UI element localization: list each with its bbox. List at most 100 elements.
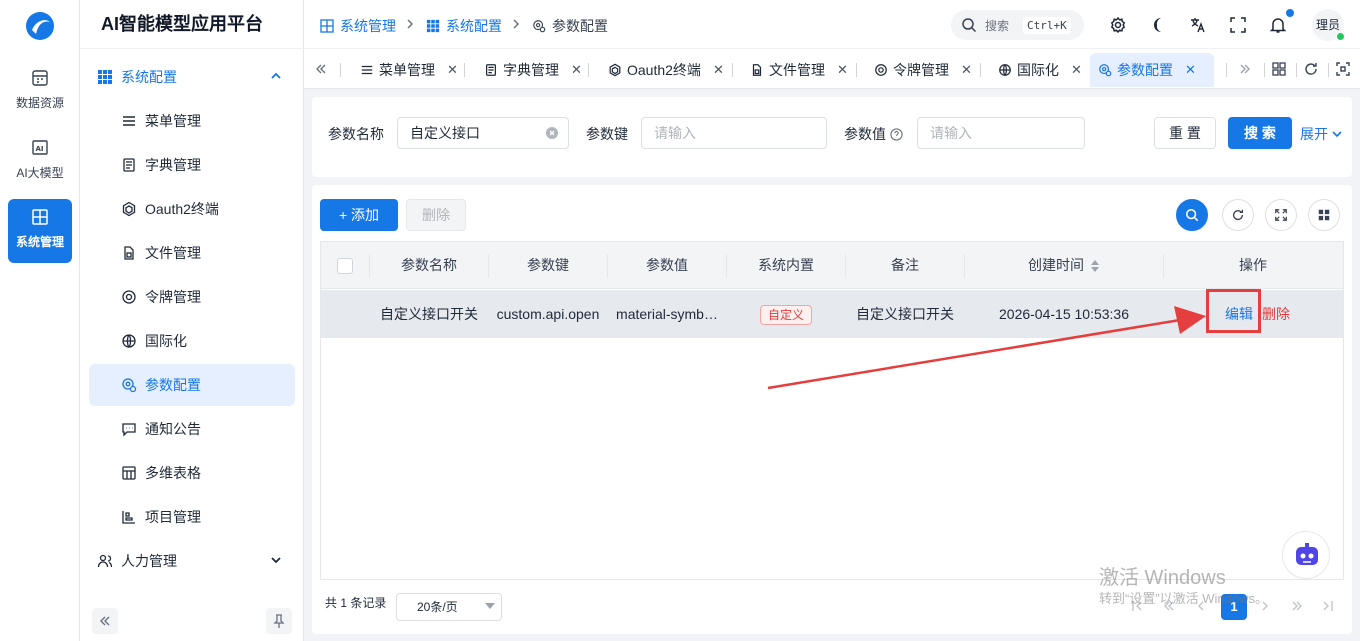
breadcrumb-item-config[interactable]: 系统配置: [426, 16, 502, 36]
system-icon: [30, 207, 50, 227]
token-icon: [874, 63, 888, 77]
chevron-right-icon: [510, 17, 522, 31]
rail-item-system[interactable]: 系统管理: [8, 199, 72, 263]
tab-params[interactable]: 参数配置 ✕: [1090, 53, 1214, 87]
delete-link[interactable]: 删除: [1259, 290, 1293, 338]
help-question-icon[interactable]: [890, 128, 903, 141]
menu-list-icon: [121, 113, 137, 129]
batch-delete-button[interactable]: 删除: [406, 199, 466, 231]
breadcrumb-item-params: 参数配置: [532, 16, 608, 36]
last-page-icon[interactable]: [1321, 599, 1335, 613]
select-all-checkbox[interactable]: [337, 258, 353, 274]
refresh-tab-icon[interactable]: [1303, 61, 1319, 77]
param-key-label: 参数键: [586, 126, 628, 142]
add-button[interactable]: + 添加: [320, 199, 398, 231]
param-name-value: 自定义接口: [410, 125, 480, 141]
sidebar-item-i18n[interactable]: 国际化: [89, 320, 295, 362]
tab-label: Oauth2终端: [627, 62, 701, 78]
close-icon[interactable]: ✕: [1185, 62, 1196, 78]
tab-divider: [1226, 63, 1227, 77]
tab-label: 国际化: [1017, 62, 1059, 78]
reset-button[interactable]: 重 置: [1154, 117, 1216, 149]
sidebar-item-menu[interactable]: 菜单管理: [89, 100, 295, 142]
sidebar-item-dictionary[interactable]: 字典管理: [89, 144, 295, 186]
maximize-tab-icon[interactable]: [1335, 61, 1351, 77]
notification-bell-icon[interactable]: [1269, 16, 1287, 34]
app-logo-icon[interactable]: [24, 10, 56, 42]
sidebar-item-multi-table[interactable]: 多维表格: [89, 452, 295, 494]
sidebar-item-label: 参数配置: [145, 377, 201, 393]
file-icon: [121, 245, 137, 261]
sidebar-item-params[interactable]: 参数配置: [89, 364, 295, 406]
chevron-down-icon: [269, 553, 283, 567]
sidebar-group-system-config[interactable]: 系统配置: [89, 56, 295, 98]
collapse-sidebar-button[interactable]: [92, 608, 118, 634]
close-icon[interactable]: ✕: [571, 62, 582, 78]
table-icon: [121, 465, 137, 481]
tab-menu[interactable]: 菜单管理 ✕: [352, 53, 458, 87]
refresh-button[interactable]: [1222, 199, 1254, 231]
param-key-input[interactable]: 请输入: [641, 117, 827, 149]
fullscreen-table-button[interactable]: [1265, 199, 1297, 231]
sidebar-item-label: 文件管理: [145, 245, 201, 261]
tab-files[interactable]: 文件管理 ✕: [742, 53, 848, 87]
param-name-input[interactable]: 自定义接口: [397, 117, 569, 149]
sidebar-item-files[interactable]: 文件管理: [89, 232, 295, 274]
tabs-scroll-right-icon[interactable]: [1238, 62, 1252, 76]
tab-label: 参数配置: [1117, 62, 1173, 78]
close-icon[interactable]: ✕: [1071, 62, 1082, 78]
param-value-input[interactable]: 请输入: [917, 117, 1085, 149]
column-header-name: 参数名称: [401, 257, 457, 273]
breadcrumb-label: 系统配置: [446, 18, 502, 34]
tab-divider: [856, 63, 857, 77]
rail-item-ai-model[interactable]: AI AI大模型: [8, 130, 72, 194]
page-size-select[interactable]: 20条/页: [396, 593, 502, 621]
close-icon[interactable]: ✕: [961, 62, 972, 78]
rail-item-data-resources[interactable]: 数据资源: [8, 60, 72, 124]
toggle-search-button[interactable]: [1176, 199, 1208, 231]
sidebar-item-token[interactable]: 令牌管理: [89, 276, 295, 318]
token-icon: [121, 289, 137, 305]
annotation-arrow: [767, 306, 1206, 390]
tab-dictionary[interactable]: 字典管理 ✕: [476, 53, 582, 87]
sidebar-item-notice[interactable]: 通知公告: [89, 408, 295, 450]
settings-gear-icon[interactable]: [1109, 16, 1127, 34]
column-header-created[interactable]: 创建时间: [965, 242, 1163, 289]
params-table: 参数名称 参数键 参数值 系统内置 备注 创建时间 操作 自定义接口开关 cus…: [320, 241, 1344, 580]
total-count: 共 1 条记录: [325, 596, 387, 610]
breadcrumb-item-system[interactable]: 系统管理: [320, 16, 396, 36]
translate-icon[interactable]: [1189, 16, 1207, 34]
search-button[interactable]: 搜 索: [1228, 117, 1292, 149]
expand-toggle[interactable]: 展开: [1300, 124, 1343, 144]
tab-label: 字典管理: [503, 62, 559, 78]
close-icon[interactable]: ✕: [713, 62, 724, 78]
rail-item-label: 数据资源: [15, 96, 64, 110]
clear-input-icon[interactable]: [546, 127, 558, 139]
column-settings-button[interactable]: [1308, 199, 1340, 231]
fullscreen-icon[interactable]: [1229, 16, 1247, 34]
dark-mode-moon-icon[interactable]: [1149, 16, 1167, 34]
sidebar-item-label: 国际化: [145, 333, 187, 349]
tabs-scroll-left-icon[interactable]: [314, 62, 328, 76]
expand-label: 展开: [1300, 126, 1328, 142]
chatbot-button[interactable]: [1282, 531, 1330, 579]
tab-oauth2[interactable]: Oauth2终端 ✕: [600, 53, 724, 87]
filter-card: 参数名称 自定义接口 参数键 请输入 参数值 请输入 重 置 搜 索 展开: [312, 97, 1352, 177]
close-icon[interactable]: ✕: [447, 62, 458, 78]
pin-sidebar-button[interactable]: [266, 608, 292, 634]
tabs-grid-icon[interactable]: [1271, 61, 1287, 77]
tab-i18n[interactable]: 国际化 ✕: [990, 53, 1082, 87]
sidebar: AI智能模型应用平台 系统配置 菜单管理 字典管理 Oauth2终端 文件管理 …: [80, 0, 304, 641]
column-header-builtin: 系统内置: [758, 257, 814, 273]
global-search[interactable]: 搜索 Ctrl+K: [951, 10, 1084, 40]
sidebar-item-oauth2[interactable]: Oauth2终端: [89, 188, 295, 230]
tab-token[interactable]: 令牌管理 ✕: [866, 53, 972, 87]
next-five-icon[interactable]: [1290, 599, 1304, 613]
sidebar-item-label: 菜单管理: [145, 113, 201, 129]
sort-icon[interactable]: [1090, 259, 1100, 273]
param-value-label: 参数值: [844, 126, 886, 142]
close-icon[interactable]: ✕: [837, 62, 848, 78]
sidebar-group-hr[interactable]: 人力管理: [89, 540, 295, 582]
sidebar-item-project[interactable]: 项目管理: [89, 496, 295, 538]
settings-params-icon: [532, 19, 546, 33]
